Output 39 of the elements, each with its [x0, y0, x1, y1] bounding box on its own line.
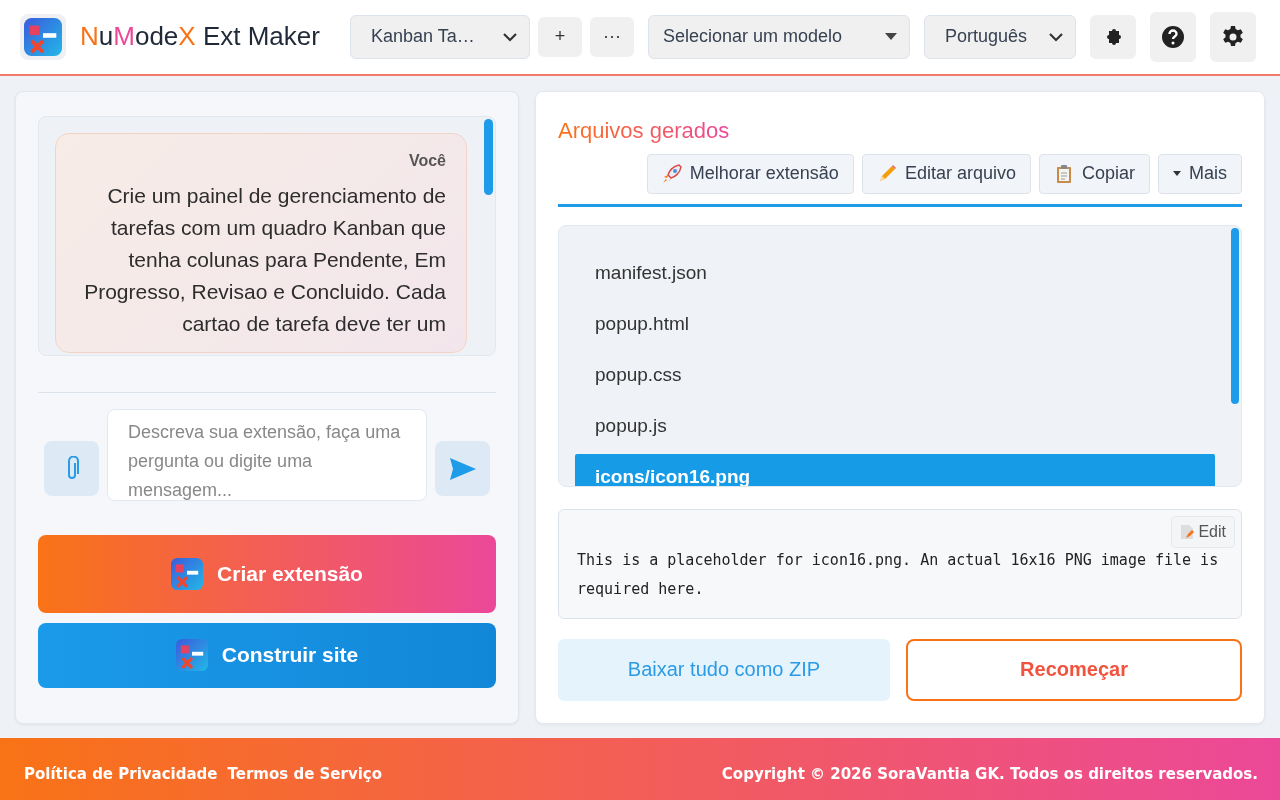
send-icon — [449, 457, 476, 480]
toolbar-button[interactable]: Mais — [1158, 153, 1242, 194]
build-site-button[interactable]: Construir site — [38, 622, 496, 688]
file-content: This is a placeholder for icon16.png. An actual 16x16 PNG image file is required here. — [577, 549, 1220, 600]
file-item[interactable]: popup.js — [575, 402, 1215, 449]
add-button[interactable]: + — [537, 16, 582, 57]
rocket-icon — [661, 163, 682, 184]
send-button[interactable] — [435, 441, 490, 497]
model-select[interactable]: Selecionar um modelo — [647, 14, 910, 59]
logo-icon — [171, 557, 204, 590]
toolbar-button[interactable]: Editar arquivo — [861, 153, 1031, 194]
scrollbar-thumb[interactable] — [484, 118, 493, 195]
chevron-down-icon — [502, 31, 517, 42]
help-button[interactable] — [1149, 11, 1196, 62]
message-text: Crie um painel de gerenciamento de tarefas com um quadro Kanban que tenha colunas para Pendente, Em Progresso, Revisao e Concluido. Cada cartao de tarefa deve ter um — [83, 182, 446, 337]
message-input[interactable]: Descreva sua extensão, faça uma pergunta ou digite uma mensagem... — [107, 408, 427, 501]
logo-icon — [175, 639, 208, 672]
document-icon — [1180, 523, 1195, 540]
file-item[interactable]: manifest.json — [575, 249, 1215, 296]
help-icon — [1160, 24, 1185, 49]
edit-button[interactable]: Edit — [1171, 515, 1235, 548]
toolbar-button[interactable]: Melhorar extensão — [646, 153, 854, 194]
file-item[interactable]: popup.css — [575, 351, 1215, 398]
scrollbar-thumb[interactable] — [1231, 227, 1239, 404]
copyright-text: Copyright © 2026 SoraVantia GK. Todos os direitos reservados. — [721, 764, 1258, 783]
toolbar-button[interactable]: Copiar — [1038, 153, 1150, 194]
project-select[interactable]: Kanban Ta… — [349, 14, 530, 59]
language-select[interactable]: Português — [923, 14, 1076, 59]
caret-down-icon — [884, 33, 897, 41]
chevron-down-icon — [1048, 31, 1063, 42]
app-title: NuModeX Ext Maker — [80, 21, 320, 53]
caret-down-icon — [1173, 171, 1181, 177]
settings-button[interactable] — [1209, 11, 1256, 62]
attach-button[interactable] — [44, 441, 99, 497]
more-button[interactable]: ··· — [589, 16, 634, 57]
settings-icon — [1220, 24, 1245, 49]
message-author: Você — [407, 151, 446, 170]
puzzle-button[interactable] — [1089, 14, 1136, 59]
file-item[interactable]: popup.html — [575, 300, 1215, 347]
